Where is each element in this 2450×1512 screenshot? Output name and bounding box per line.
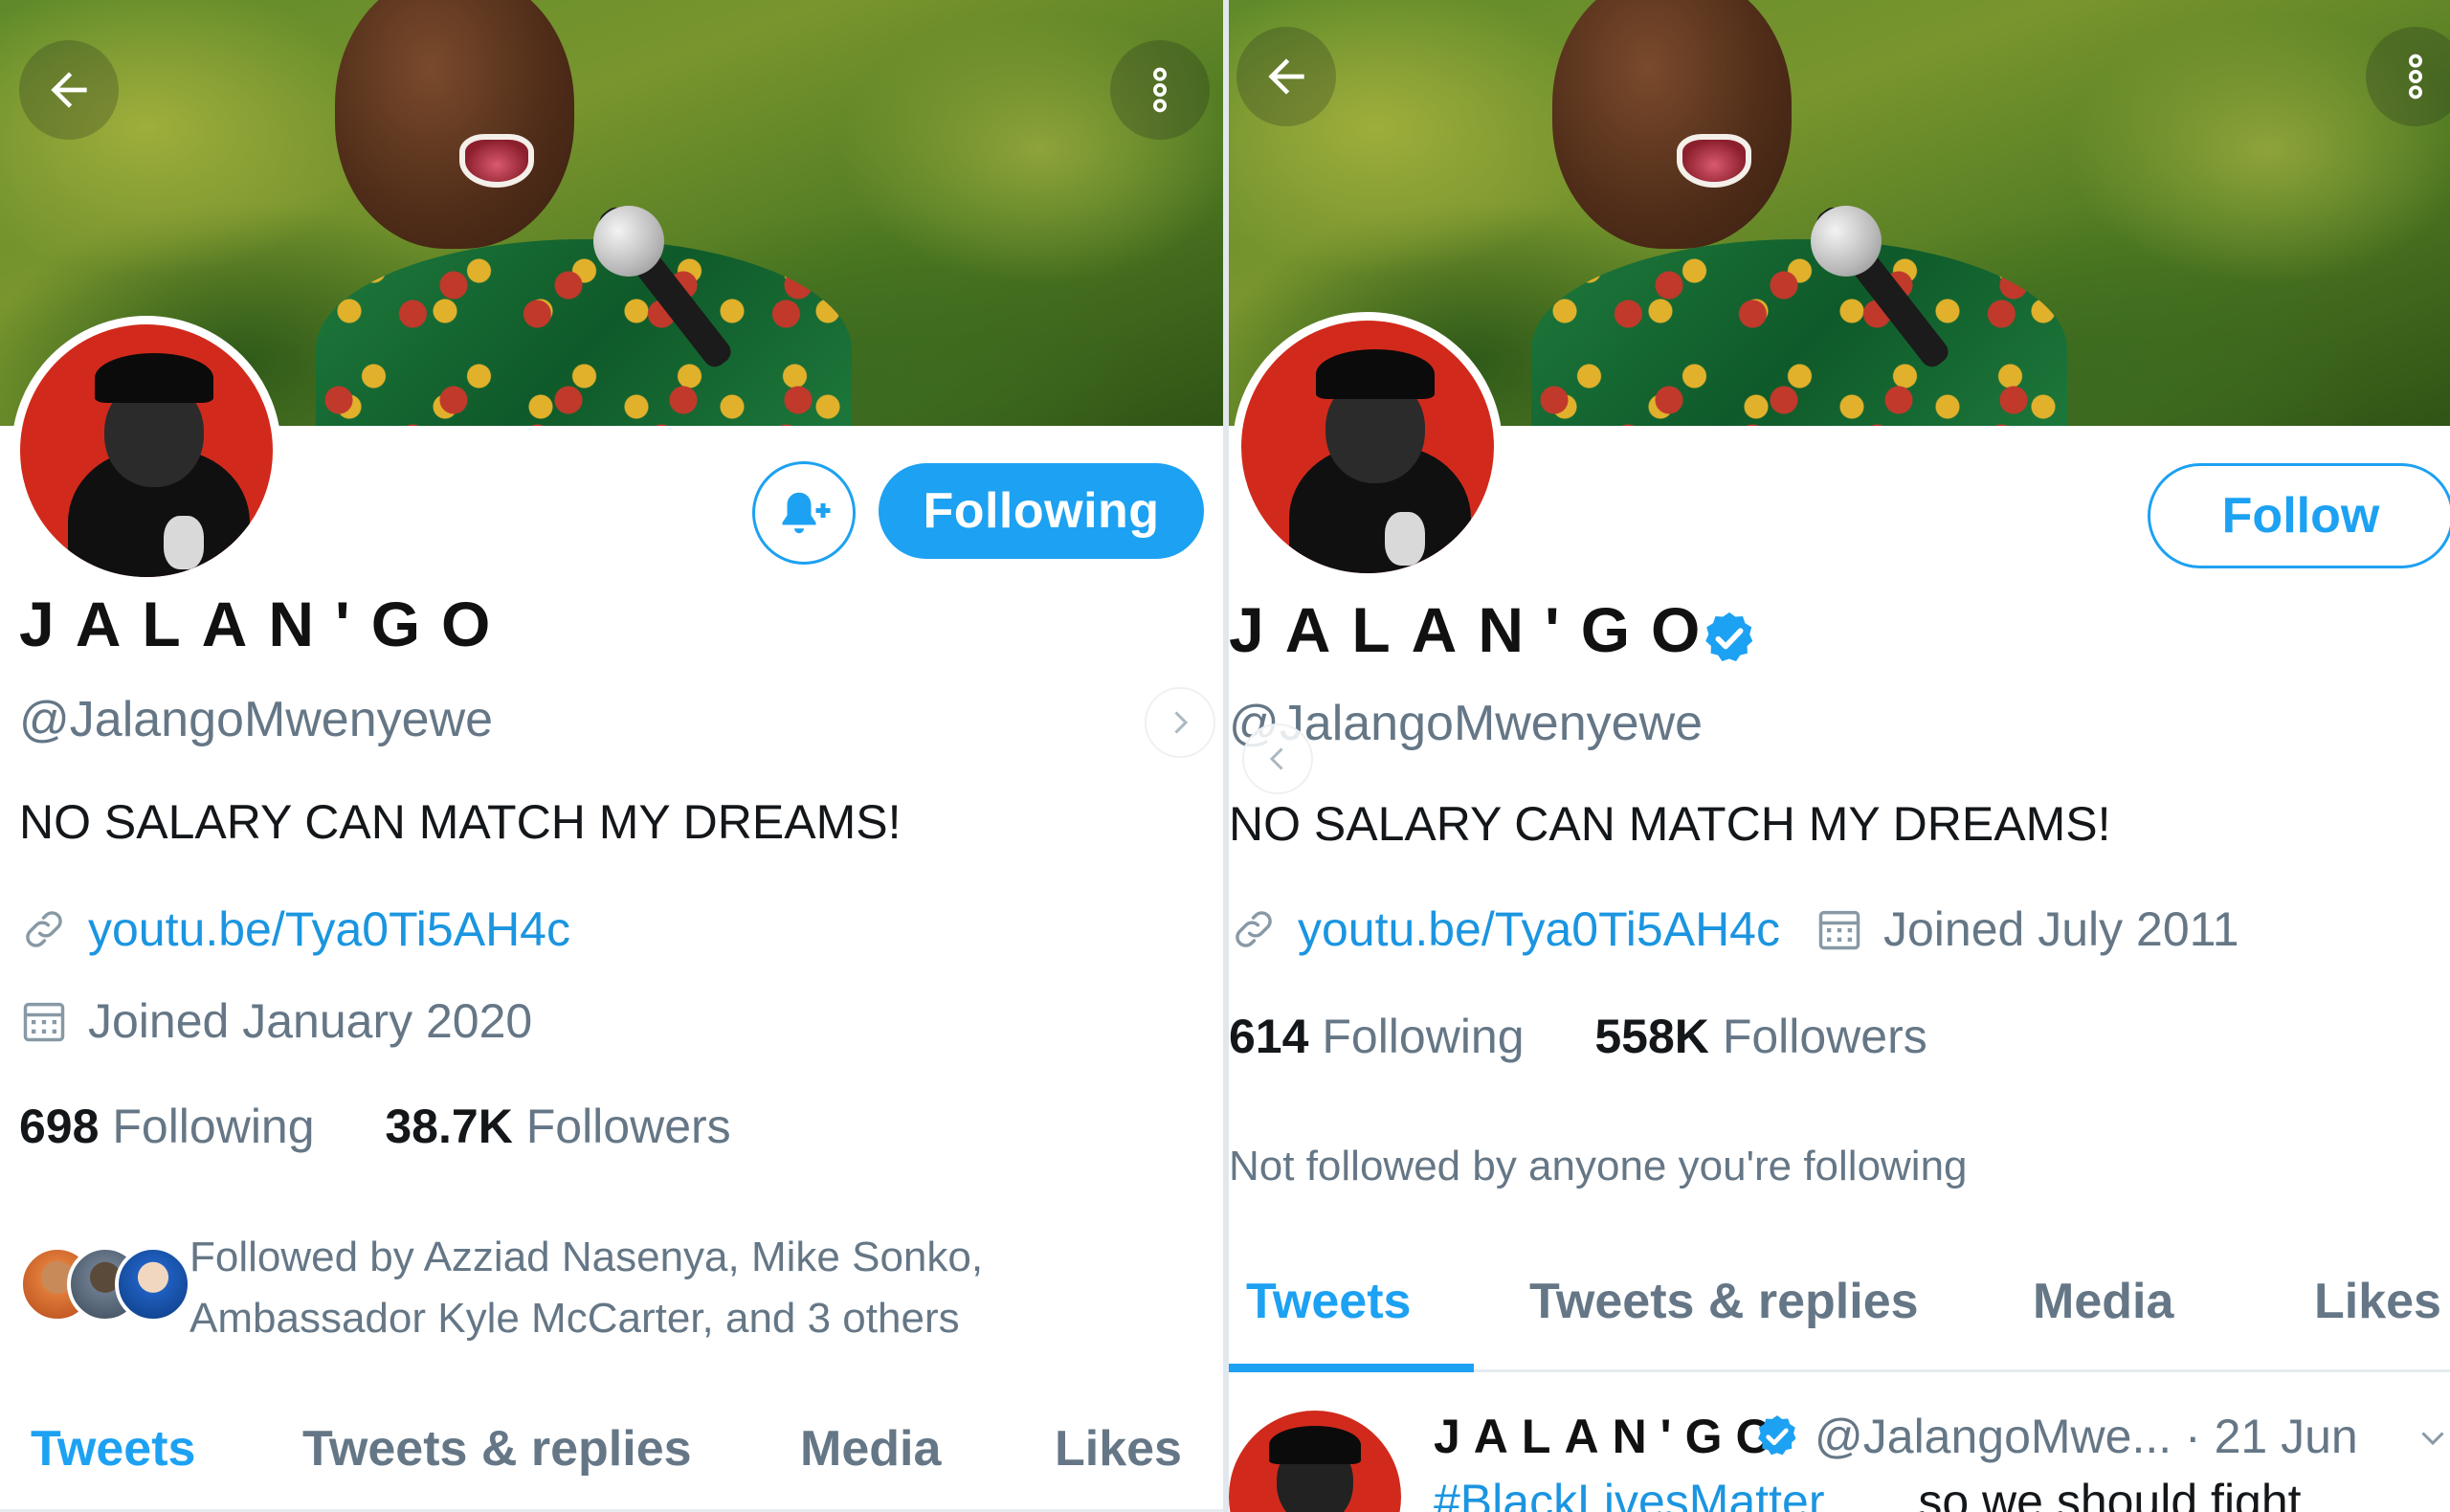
more-vertical-icon <box>1153 67 1168 113</box>
tweet-hashtag[interactable]: #BlackLivesMatter <box>1434 1475 1825 1512</box>
tweet-avatar[interactable] <box>1229 1411 1401 1512</box>
profile-name: JALAN'GO <box>19 589 512 659</box>
profile-avatar[interactable] <box>11 316 281 586</box>
profile-meta-row: youtu.be/Tya0Ti5AH4c Joined July 2011 <box>1229 901 2239 957</box>
follow-button[interactable]: Follow <box>2148 463 2450 568</box>
back-arrow-icon <box>1268 58 1304 95</box>
following-count-link[interactable]: 614 Following <box>1229 1010 1525 1063</box>
profile-counts: 614 Following 558K Followers <box>1229 1009 1927 1064</box>
profile-avatar[interactable] <box>1233 312 1503 582</box>
avatar-thumb <box>1385 512 1425 566</box>
chevron-left-icon <box>1269 747 1283 770</box>
banner-microphone-head <box>593 206 664 277</box>
banner-mouth <box>459 134 534 188</box>
link-icon <box>26 911 62 947</box>
followed-by-text[interactable]: Followed by Azziad Nasenya, Mike Sonko, … <box>189 1227 983 1349</box>
not-followed-text: Not followed by anyone you're following <box>1229 1143 1968 1190</box>
avatar-thumb <box>164 516 204 569</box>
banner-head <box>335 0 574 249</box>
tab-tweets-replies[interactable]: Tweets & replies <box>302 1420 692 1478</box>
profile-panel-right: Follow JALAN'GO @JalangoMwenyewe NO SALA… <box>1229 0 2450 1512</box>
profile-joined-row: Joined January 2020 <box>19 993 532 1049</box>
tweet-body: so we should fight <box>1918 1475 2302 1512</box>
tab-media[interactable]: Media <box>800 1420 941 1478</box>
back-button[interactable] <box>19 40 119 140</box>
verified-badge-icon <box>1705 611 1753 662</box>
banner-mouth <box>1677 134 1751 188</box>
profile-handle: @JalangoMwenyewe <box>19 692 494 747</box>
following-count-link[interactable]: 698 Following <box>19 1100 315 1153</box>
profile-website-link[interactable]: youtu.be/Tya0Ti5AH4c <box>88 901 570 957</box>
previous-arrow-button[interactable] <box>1242 723 1313 794</box>
bell-plus-icon <box>782 492 831 534</box>
profile-website-link[interactable]: youtu.be/Tya0Ti5AH4c <box>1298 901 1780 957</box>
tab-tweets[interactable]: Tweets <box>1246 1273 1411 1330</box>
avatar-cap <box>95 353 213 403</box>
profile-name: JALAN'GO <box>1229 594 1722 665</box>
more-button[interactable] <box>1110 40 1210 140</box>
profile-tabs: Tweets Tweets & replies Media Likes <box>1229 1259 2450 1372</box>
tab-likes[interactable]: Likes <box>1055 1420 1182 1478</box>
profile-bio: NO SALARY CAN MATCH MY DREAMS! <box>1229 797 2111 851</box>
profile-counts: 698 Following 38.7K Followers <box>19 1099 731 1154</box>
tab-tweets-replies[interactable]: Tweets & replies <box>1529 1273 1919 1330</box>
followers-count-link[interactable]: 558K Followers <box>1594 1010 1927 1063</box>
calendar-icon <box>1818 910 1860 950</box>
banner-microphone-head <box>1811 206 1882 277</box>
following-button[interactable]: Following <box>879 463 1204 559</box>
more-vertical-icon <box>2409 54 2423 100</box>
tweet-text: #BlackLivesMatter so we should fight <box>1434 1474 2302 1512</box>
profile-joined-date: Joined January 2020 <box>88 994 533 1048</box>
tab-tweets[interactable]: Tweets <box>31 1420 195 1478</box>
next-arrow-button[interactable] <box>1145 687 1215 758</box>
tweet-author-name[interactable]: JALAN'GO <box>1434 1409 1786 1464</box>
active-tab-indicator <box>1229 1364 1474 1372</box>
tab-likes[interactable]: Likes <box>2314 1273 2441 1330</box>
profile-bio: NO SALARY CAN MATCH MY DREAMS! <box>19 795 902 849</box>
link-icon <box>1236 911 1272 947</box>
followers-count-link[interactable]: 38.7K Followers <box>385 1100 730 1153</box>
back-button[interactable] <box>1236 27 1336 126</box>
tweet-handle-time: @JalangoMwe... · 21 Jun <box>1815 1410 2358 1463</box>
profile-website-row: youtu.be/Tya0Ti5AH4c <box>19 901 570 957</box>
profile-tabs: Tweets Tweets & replies Media Likes <box>0 1407 1223 1512</box>
profile-panel-left: Following JALAN'GO @JalangoMwenyewe NO S… <box>0 0 1223 1512</box>
banner-shirt <box>1531 239 2067 426</box>
follower-avatar <box>115 1246 191 1323</box>
notifications-button[interactable] <box>752 461 856 565</box>
banner-shirt <box>316 239 852 426</box>
verified-badge-icon <box>1758 1415 1796 1456</box>
chevron-right-icon <box>1174 711 1189 734</box>
profile-joined-date: Joined July 2011 <box>1882 902 2239 956</box>
banner-head <box>1552 0 1792 249</box>
back-arrow-icon <box>51 72 87 108</box>
calendar-icon <box>23 1002 65 1042</box>
followed-by-avatars <box>19 1246 191 1323</box>
tab-media[interactable]: Media <box>2033 1273 2173 1330</box>
chevron-down-icon[interactable] <box>2416 1420 2450 1455</box>
avatar-cap <box>1316 349 1435 399</box>
tweet-avatar-cap <box>1269 1426 1361 1464</box>
